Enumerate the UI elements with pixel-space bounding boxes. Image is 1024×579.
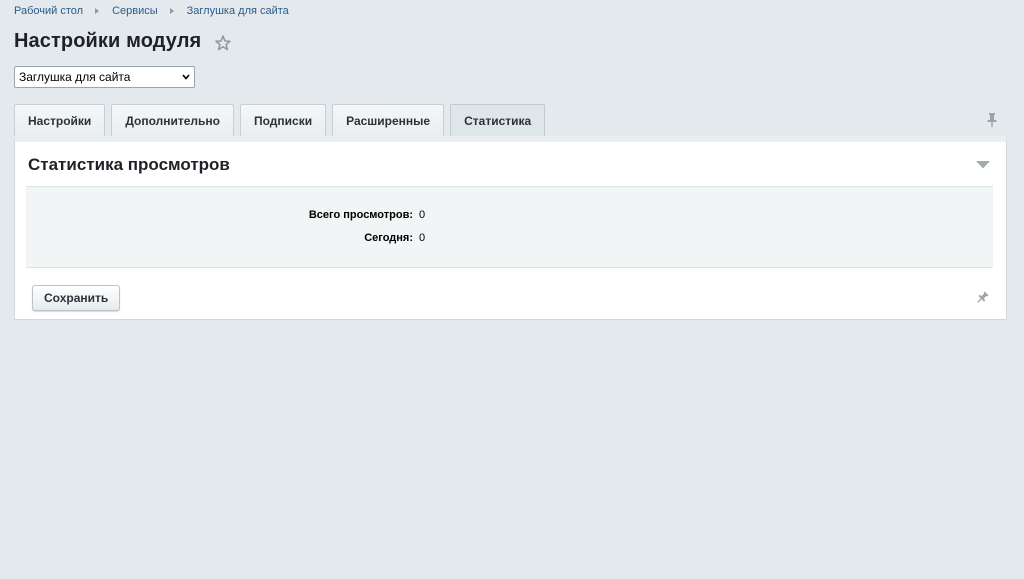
pin-icon[interactable] xyxy=(985,112,999,128)
breadcrumb-separator-icon xyxy=(95,8,100,14)
breadcrumb: Рабочий стол Сервисы Заглушка для сайта xyxy=(14,5,289,17)
panel-title: Статистика просмотров xyxy=(28,155,230,174)
save-button[interactable]: Сохранить xyxy=(32,285,121,311)
breadcrumb-item-site-stub[interactable]: Заглушка для сайта xyxy=(187,5,289,17)
site-select[interactable]: Заглушка для сайта xyxy=(14,66,195,88)
stat-label: Всего просмотров: xyxy=(308,209,413,221)
tab-extended[interactable]: Расширенные xyxy=(332,104,445,136)
tab-bar: Настройки Дополнительно Подписки Расшире… xyxy=(14,104,551,136)
stats-table: Всего просмотров: 0 Сегодня: 0 xyxy=(26,186,993,268)
tab-additional[interactable]: Дополнительно xyxy=(111,104,234,136)
tab-subscriptions[interactable]: Подписки xyxy=(240,104,327,136)
collapse-arrow-icon[interactable] xyxy=(976,161,990,169)
page-header: Настройки модуля xyxy=(14,30,232,53)
site-select-value: Заглушка для сайта xyxy=(19,70,131,84)
breadcrumb-item-services[interactable]: Сервисы xyxy=(112,5,158,17)
stat-label: Сегодня: xyxy=(364,232,413,244)
breadcrumb-separator-icon xyxy=(169,8,174,14)
stat-row-total-views: Всего просмотров: 0 xyxy=(26,209,993,223)
pin-icon[interactable] xyxy=(975,291,989,305)
stat-row-today: Сегодня: 0 xyxy=(26,232,993,246)
page-title: Настройки модуля xyxy=(14,30,202,52)
star-icon[interactable] xyxy=(215,35,232,51)
breadcrumb-item-desktop[interactable]: Рабочий стол xyxy=(14,5,83,17)
statistics-panel: Статистика просмотров Всего просмотров: … xyxy=(14,136,1007,320)
tab-settings[interactable]: Настройки xyxy=(14,104,106,136)
chevron-down-icon xyxy=(182,74,190,80)
stat-value: 0 xyxy=(419,232,426,244)
tab-statistics[interactable]: Статистика xyxy=(450,104,546,136)
stat-value: 0 xyxy=(419,209,426,221)
